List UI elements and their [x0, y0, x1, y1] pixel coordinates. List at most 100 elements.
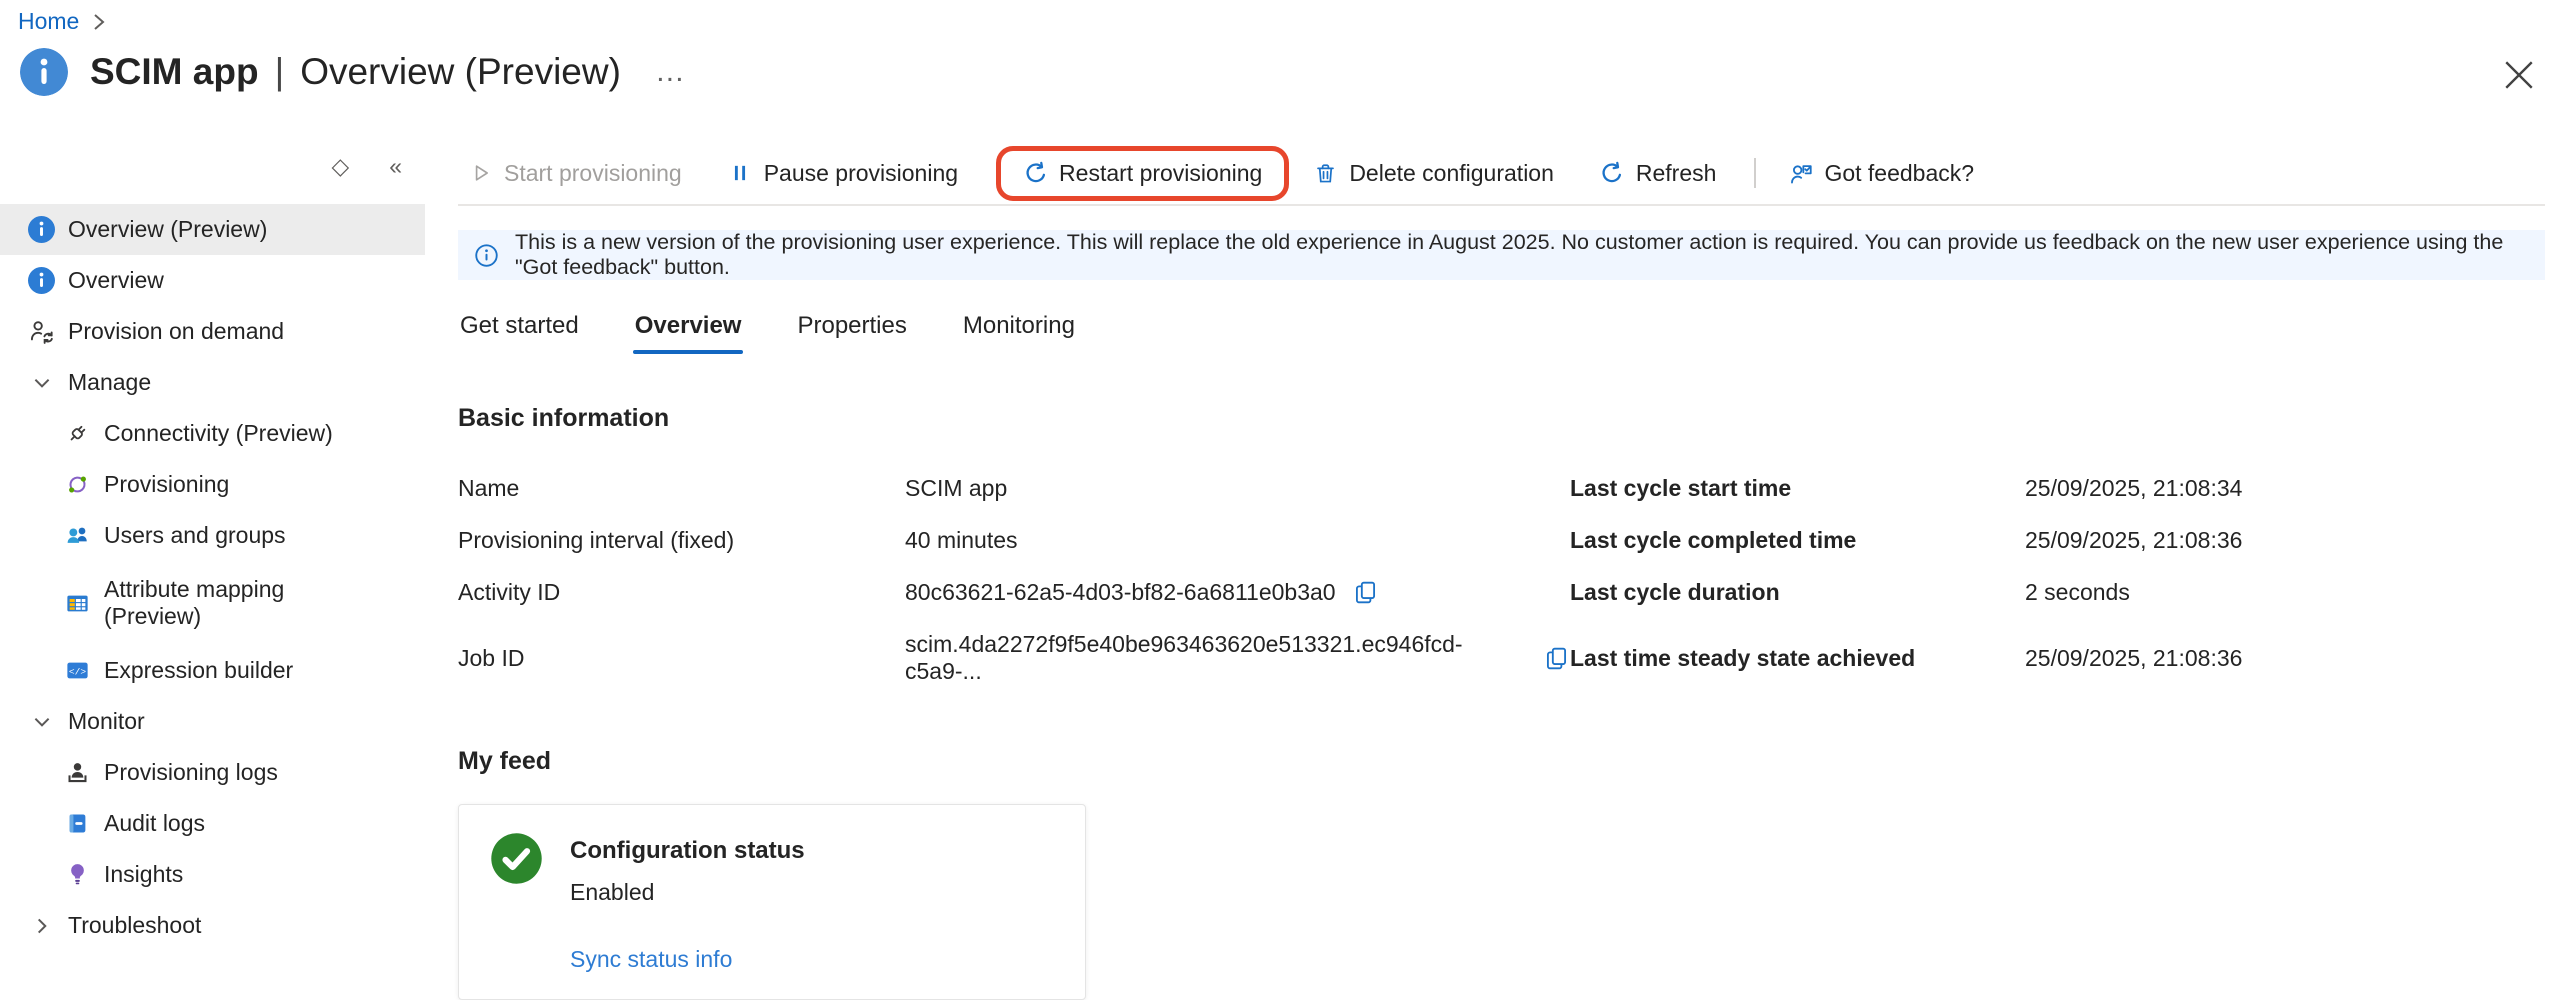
sidebar-item-label: Manage: [68, 369, 151, 396]
field-label-name: Name: [458, 475, 905, 502]
sidebar-group-manage[interactable]: Manage: [0, 357, 425, 408]
svg-text:</>: </>: [69, 666, 86, 677]
app-info-icon: [20, 48, 68, 96]
sidebar-item-label: Provisioning: [104, 471, 229, 498]
field-value-name: SCIM app: [905, 475, 1007, 502]
app-name: SCIM app: [90, 51, 259, 93]
banner-text: This is a new version of the provisionin…: [515, 230, 2529, 280]
tab-overview[interactable]: Overview: [633, 308, 744, 354]
tabs: Get started Overview Properties Monitori…: [458, 308, 2545, 354]
sidebar-item-label: Overview (Preview): [68, 216, 267, 243]
field-value-last-time-steady-state: 25/09/2025, 21:08:36: [2025, 645, 2242, 672]
sidebar-item-provision-on-demand[interactable]: Provision on demand: [0, 306, 425, 357]
sidebar-item-label: Insights: [104, 861, 183, 888]
title-separator: |: [275, 51, 285, 93]
page-title: SCIM app | Overview (Preview): [90, 51, 621, 93]
sidebar-item-label: Troubleshoot: [68, 912, 201, 939]
toolbar: Start provisioning Pause provisioning Re…: [458, 146, 2545, 200]
card-body: Configuration status Enabled Sync status…: [570, 831, 805, 973]
delete-configuration-button[interactable]: Delete configuration: [1303, 154, 1564, 193]
restart-icon: [1023, 161, 1048, 186]
pause-provisioning-button[interactable]: Pause provisioning: [718, 154, 968, 193]
sidebar-item-connectivity[interactable]: Connectivity (Preview): [0, 408, 425, 459]
field-value-last-cycle-duration: 2 seconds: [2025, 579, 2130, 606]
attribute-mapping-icon: [64, 590, 91, 617]
toolbar-separator: [1754, 158, 1756, 188]
play-icon: [468, 161, 493, 186]
pause-icon: [728, 161, 753, 186]
close-icon[interactable]: [2502, 58, 2536, 92]
sidebar-item-label: Attribute mapping (Preview): [104, 576, 324, 630]
chevron-down-icon: [28, 708, 55, 735]
basic-information-title: Basic information: [458, 404, 2545, 433]
expression-builder-icon: </>: [64, 657, 91, 684]
restart-provisioning-button[interactable]: Restart provisioning: [1013, 154, 1272, 193]
sidebar-item-users-and-groups[interactable]: Users and groups: [0, 510, 425, 561]
copy-icon[interactable]: [1352, 579, 1379, 606]
feedback-icon: [1788, 161, 1813, 186]
info-banner: This is a new version of the provisionin…: [458, 230, 2545, 280]
tab-properties[interactable]: Properties: [795, 308, 908, 354]
field-label-last-cycle-completed-time: Last cycle completed time: [1570, 527, 2025, 554]
status-value: Enabled: [570, 879, 805, 906]
sidebar-group-monitor[interactable]: Monitor: [0, 696, 425, 747]
sidebar-item-audit-logs[interactable]: Audit logs: [0, 798, 425, 849]
configuration-status-card: Configuration status Enabled Sync status…: [458, 804, 1086, 1000]
tab-monitoring[interactable]: Monitoring: [961, 308, 1077, 354]
sidebar-item-insights[interactable]: Insights: [0, 849, 425, 900]
field-value-last-cycle-start-time: 25/09/2025, 21:08:34: [2025, 475, 2242, 502]
basic-information-grid: Name SCIM app Last cycle start time 25/0…: [458, 475, 2545, 685]
info-circle-icon: [474, 243, 499, 268]
sidebar-item-label: Provisioning logs: [104, 759, 278, 786]
got-feedback-button[interactable]: Got feedback?: [1778, 154, 1984, 193]
delete-icon: [1313, 161, 1338, 186]
field-label-job-id: Job ID: [458, 645, 905, 672]
chevron-down-icon: [28, 369, 55, 396]
sidebar-item-label: Monitor: [68, 708, 145, 735]
card-title: Configuration status: [570, 831, 805, 865]
insights-icon: [64, 861, 91, 888]
more-icon[interactable]: …: [655, 55, 688, 89]
field-value-job-id: scim.4da2272f9f5e40be963463620e513321.ec…: [905, 631, 1527, 685]
sync-status-info-link[interactable]: Sync status info: [570, 946, 732, 973]
breadcrumb-chevron-icon: [91, 11, 107, 33]
sidebar-item-overview-preview[interactable]: Overview (Preview): [0, 204, 425, 255]
resize-icon[interactable]: ◇: [332, 153, 350, 180]
collapse-icon[interactable]: «: [389, 153, 402, 180]
sidebar-item-label: Provision on demand: [68, 318, 284, 345]
button-label: Got feedback?: [1824, 160, 1974, 187]
button-label: Start provisioning: [504, 160, 682, 187]
sidebar-item-label: Connectivity (Preview): [104, 420, 333, 447]
sidebar-item-provisioning[interactable]: Provisioning: [0, 459, 425, 510]
field-value-last-cycle-completed-time: 25/09/2025, 21:08:36: [2025, 527, 2242, 554]
field-label-provisioning-interval: Provisioning interval (fixed): [458, 527, 905, 554]
button-label: Pause provisioning: [764, 160, 958, 187]
sidebar-item-label: Users and groups: [104, 522, 286, 549]
info-icon: [28, 267, 55, 294]
refresh-button[interactable]: Refresh: [1590, 154, 1727, 193]
sidebar-item-overview[interactable]: Overview: [0, 255, 425, 306]
button-label: Refresh: [1636, 160, 1717, 187]
toolbar-divider: [458, 204, 2545, 206]
refresh-icon: [1600, 161, 1625, 186]
field-label-last-cycle-duration: Last cycle duration: [1570, 579, 2025, 606]
copy-icon[interactable]: [1543, 645, 1570, 672]
sidebar: ◇ « Overview (Preview) Overview: [0, 142, 432, 951]
sidebar-item-expression-builder[interactable]: </> Expression builder: [0, 645, 425, 696]
sidebar-item-label: Expression builder: [104, 657, 293, 684]
my-feed-title: My feed: [458, 747, 2545, 776]
start-provisioning-button[interactable]: Start provisioning: [458, 154, 692, 193]
sidebar-group-troubleshoot[interactable]: Troubleshoot: [0, 900, 425, 951]
sidebar-item-provisioning-logs[interactable]: Provisioning logs: [0, 747, 425, 798]
tab-get-started[interactable]: Get started: [458, 308, 581, 354]
chevron-right-icon: [28, 912, 55, 939]
breadcrumb-home-link[interactable]: Home: [18, 8, 79, 35]
audit-logs-icon: [64, 810, 91, 837]
sidebar-nav: Overview (Preview) Overview Provision on…: [0, 204, 425, 951]
info-icon: [28, 216, 55, 243]
provision-on-demand-icon: [28, 318, 55, 345]
provisioning-logs-icon: [64, 759, 91, 786]
check-circle-icon: [489, 831, 544, 886]
connectivity-icon: [64, 420, 91, 447]
sidebar-item-attribute-mapping[interactable]: Attribute mapping (Preview): [0, 561, 425, 645]
